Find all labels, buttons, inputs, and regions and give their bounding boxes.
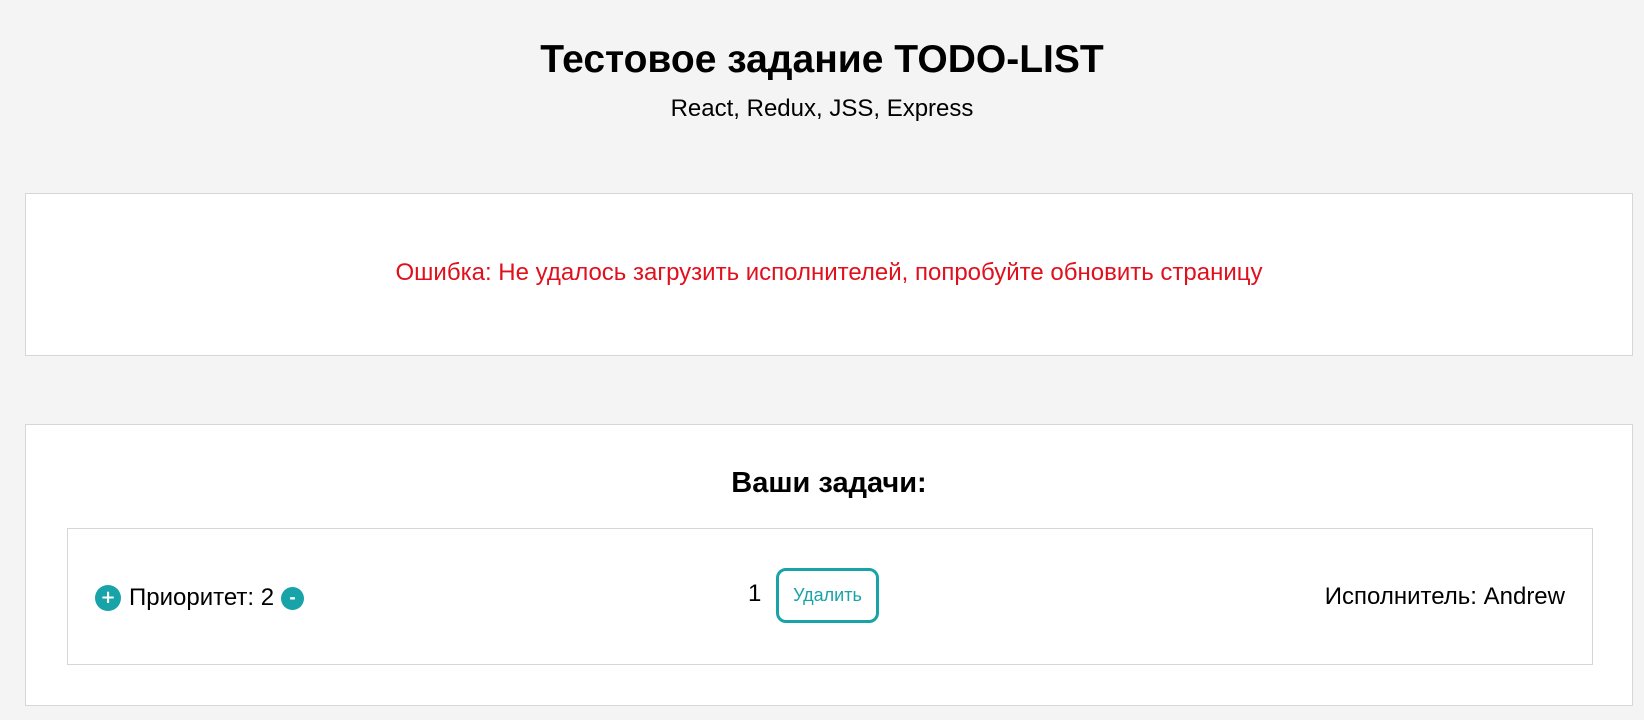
priority-label: Приоритет: 2 <box>129 584 275 611</box>
error-message: Ошибка: Не удалось загрузить исполнителе… <box>395 259 1263 286</box>
page-subtitle: React, Redux, JSS, Express <box>670 95 974 122</box>
tasks-panel: Ваши задачи: + Приоритет: 2 - 1 Удалить … <box>25 424 1633 706</box>
delete-task-button[interactable]: Удалить <box>776 568 879 623</box>
minus-icon: - <box>289 588 296 607</box>
page-title: Тестовое задание TODO-LIST <box>540 38 1104 81</box>
assignee-label: Исполнитель: Andrew <box>1324 583 1565 610</box>
task-item: + Приоритет: 2 - 1 Удалить Исполнитель: … <box>67 528 1593 665</box>
error-panel: Ошибка: Не удалось загрузить исполнителе… <box>25 193 1633 356</box>
priority-control: + Приоритет: 2 - <box>95 583 305 613</box>
increase-priority-button[interactable]: + <box>95 585 121 611</box>
plus-icon: + <box>100 587 116 608</box>
tasks-title: Ваши задачи: <box>731 467 927 499</box>
task-number: 1 <box>748 580 762 607</box>
decrease-priority-button[interactable]: - <box>281 586 305 610</box>
